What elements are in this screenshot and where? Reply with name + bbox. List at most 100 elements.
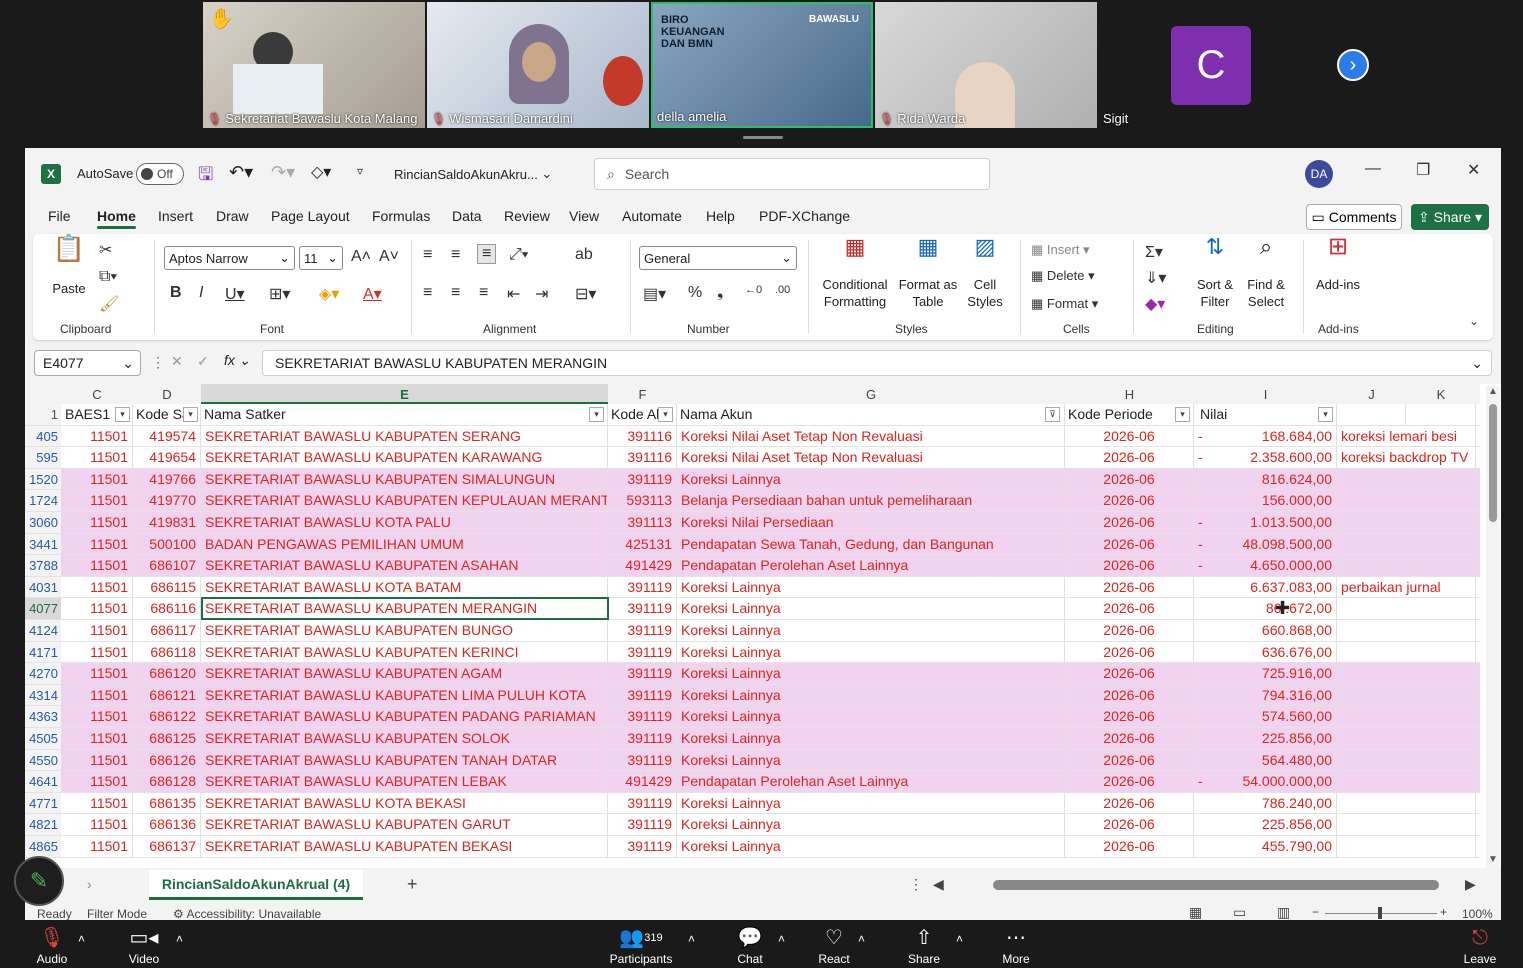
- table-cell[interactable]: 419831: [133, 512, 201, 533]
- sort-filter-icon[interactable]: ⇅: [1193, 236, 1237, 258]
- table-cell[interactable]: 11501: [61, 684, 133, 706]
- table-cell[interactable]: Koreksi Lainnya: [677, 706, 1065, 727]
- table-cell[interactable]: Koreksi Lainnya: [677, 792, 1065, 814]
- table-cell[interactable]: 2026-06: [1065, 706, 1194, 727]
- table-cell[interactable]: 391116: [608, 425, 677, 447]
- font-name-select[interactable]: Aptos Narrow ⌄: [164, 246, 295, 270]
- close-icon[interactable]: ✕: [1467, 160, 1480, 180]
- align-top-icon[interactable]: ≡: [423, 246, 432, 264]
- table-cell[interactable]: Koreksi Lainnya: [677, 641, 1065, 663]
- table-cell[interactable]: 11501: [61, 792, 133, 814]
- table-cell[interactable]: 11501: [61, 555, 133, 576]
- table-row[interactable]: 1520 11501 419766 SEKRETARIAT BAWASLU KABUP…: [25, 468, 1480, 491]
- format-painter-icon[interactable]: 🖌: [99, 294, 119, 314]
- table-cell[interactable]: [1337, 749, 1476, 771]
- table-cell[interactable]: 686126: [133, 749, 201, 771]
- tab-data[interactable]: Data: [452, 208, 482, 224]
- decrease-font-icon[interactable]: A˅: [379, 248, 399, 266]
- table-cell[interactable]: SEKRETARIAT BAWASLU KABUPATEN SIMALUNGUN: [201, 468, 608, 490]
- table-cell[interactable]: 11501: [61, 641, 133, 663]
- table-cell[interactable]: 391119: [608, 684, 677, 706]
- table-cell[interactable]: 391119: [608, 641, 677, 663]
- table-cell[interactable]: SEKRETARIAT BAWASLU KABUPATEN PADANG PAR…: [201, 706, 608, 727]
- add-ins-button[interactable]: Add-ins: [1313, 276, 1363, 293]
- table-cell[interactable]: SEKRETARIAT BAWASLU KABUPATEN KERINCI: [201, 641, 608, 663]
- col-header[interactable]: C: [61, 387, 133, 402]
- table-cell[interactable]: [1337, 836, 1476, 857]
- row-number[interactable]: 1724: [25, 490, 61, 511]
- table-cell[interactable]: Koreksi Nilai Persediaan: [677, 512, 1065, 533]
- table-cell[interactable]: 2026-06: [1065, 814, 1194, 835]
- table-cell[interactable]: 2026-06: [1065, 576, 1194, 598]
- tab-review[interactable]: Review: [504, 208, 550, 224]
- underline-icon[interactable]: U▾: [225, 284, 245, 304]
- table-cell[interactable]: perbaikan jurnal: [1337, 576, 1476, 598]
- row-number[interactable]: 405: [25, 425, 61, 447]
- minimize-icon[interactable]: —: [1365, 160, 1381, 178]
- table-cell[interactable]: [1337, 663, 1476, 684]
- table-cell[interactable]: 491429: [608, 771, 677, 792]
- share-options-icon[interactable]: ˄: [956, 932, 963, 946]
- customize-toolbar-icon[interactable]: ▿: [357, 164, 363, 178]
- table-cell[interactable]: 2026-06: [1065, 771, 1194, 792]
- table-cell[interactable]: Belanja Persediaan bahan untuk pemelihar…: [677, 490, 1065, 511]
- col-header[interactable]: I: [1194, 387, 1337, 402]
- table-cell[interactable]: 6.637.083,00: [1194, 576, 1337, 598]
- tab-automate[interactable]: Automate: [622, 208, 682, 224]
- tab-page-layout[interactable]: Page Layout: [271, 208, 350, 224]
- more-icon[interactable]: ⋮: [909, 876, 923, 893]
- tab-insert[interactable]: Insert: [158, 208, 193, 224]
- align-bottom-icon[interactable]: ≡: [477, 244, 497, 264]
- table-cell[interactable]: Koreksi Lainnya: [677, 663, 1065, 684]
- table-cell[interactable]: [1337, 706, 1476, 727]
- table-cell[interactable]: 500100: [133, 533, 201, 555]
- table-cell[interactable]: 660.868,00: [1194, 620, 1337, 641]
- add-sheet-icon[interactable]: +: [407, 874, 418, 895]
- fill-color-icon[interactable]: ◈▾: [319, 284, 339, 304]
- table-cell[interactable]: 391119: [608, 620, 677, 641]
- row-number[interactable]: 3788: [25, 555, 61, 576]
- table-cell[interactable]: 391116: [608, 447, 677, 468]
- table-cell[interactable]: [1337, 598, 1476, 619]
- delete-cells-button[interactable]: ▦ Delete ▾: [1031, 268, 1095, 284]
- table-cell[interactable]: 11501: [61, 706, 133, 727]
- table-cell[interactable]: 11501: [61, 620, 133, 641]
- row-number[interactable]: 4771: [25, 792, 61, 814]
- fill-icon[interactable]: ⇓▾: [1145, 268, 1166, 288]
- horizontal-scroll-thumb[interactable]: [993, 880, 1439, 890]
- participant-tile[interactable]: ✋ 🎙 Sekretariat Bawaslu Kota Malang: [203, 2, 425, 128]
- table-cell[interactable]: Koreksi Lainnya: [677, 814, 1065, 835]
- table-row[interactable]: 4171 11501 686118 SEKRETARIAT BAWASLU KABUP…: [25, 641, 1480, 664]
- table-cell[interactable]: SEKRETARIAT BAWASLU KABUPATEN GARUT: [201, 814, 608, 835]
- table-cell[interactable]: 11501: [61, 814, 133, 835]
- table-cell[interactable]: BADAN PENGAWAS PEMILIHAN UMUM: [201, 533, 608, 555]
- table-cell[interactable]: 2026-06: [1065, 684, 1194, 706]
- row-number[interactable]: 3441: [25, 533, 61, 555]
- table-cell[interactable]: 225.856,00: [1194, 728, 1337, 749]
- zoom-level[interactable]: 100%: [1462, 907, 1493, 921]
- table-cell[interactable]: Koreksi Lainnya: [677, 620, 1065, 641]
- table-cell[interactable]: SEKRETARIAT BAWASLU KABUPATEN BEKASI: [201, 836, 608, 857]
- header-cell[interactable]: [1406, 404, 1476, 425]
- table-cell[interactable]: 11501: [61, 425, 133, 447]
- accessibility-status[interactable]: ⚙ Accessibility: Unavailable: [173, 907, 321, 921]
- video-options-icon[interactable]: ˄: [176, 932, 183, 946]
- zoom-in-icon[interactable]: +: [1440, 905, 1447, 919]
- borders-icon[interactable]: ⊞▾: [269, 284, 290, 304]
- page-break-view-icon[interactable]: ▥: [1277, 904, 1290, 921]
- table-cell[interactable]: 391119: [608, 728, 677, 749]
- save-icon[interactable]: 🖫: [198, 162, 213, 192]
- scroll-tabs-icon[interactable]: ›: [87, 876, 92, 892]
- table-row[interactable]: 4505 11501 686125 SEKRETARIAT BAWASLU KABUP…: [25, 728, 1480, 750]
- table-cell[interactable]: [1337, 533, 1476, 555]
- header-cell[interactable]: Kode Periode ▾: [1065, 404, 1194, 425]
- table-cell[interactable]: SEKRETARIAT BAWASLU KABUPATEN SOLOK: [201, 728, 608, 749]
- share-screen-button[interactable]: ⇧ Share: [902, 924, 946, 966]
- annotate-pencil-button[interactable]: ✎: [14, 856, 64, 906]
- copy-icon[interactable]: ⧉▾: [99, 268, 117, 286]
- table-cell[interactable]: - 48.098.500,00: [1194, 533, 1337, 555]
- cancel-icon[interactable]: ✕: [171, 353, 183, 370]
- table-row[interactable]: 4550 11501 686126 SEKRETARIAT BAWASLU KABUP…: [25, 749, 1480, 772]
- bold-icon[interactable]: B: [170, 284, 182, 302]
- header-cell[interactable]: Kode Sa ▾: [133, 404, 201, 425]
